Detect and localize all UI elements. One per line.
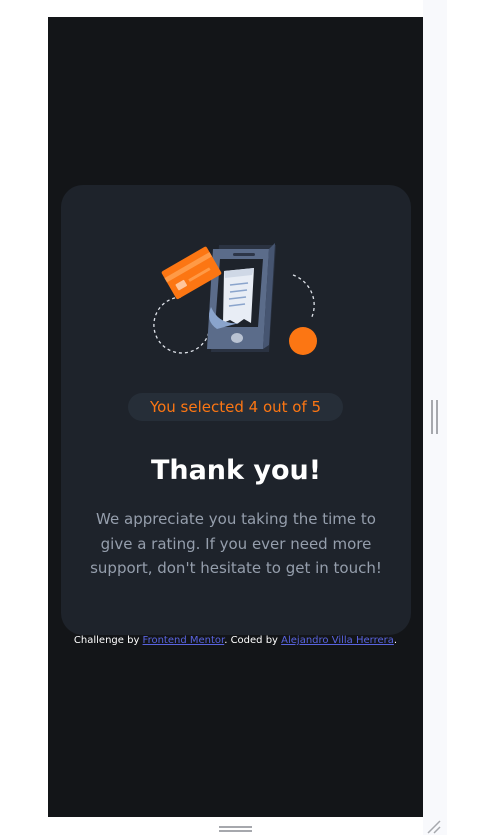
attribution: Challenge by Frontend Mentor. Coded by A…: [48, 635, 423, 646]
page-viewport: You selected 4 out of 5 Thank you! We ap…: [48, 17, 423, 817]
thank-you-description: We appreciate you taking the time to giv…: [90, 510, 382, 577]
attribution-middle: . Coded by: [224, 635, 282, 646]
frontend-mentor-link[interactable]: Frontend Mentor: [143, 635, 225, 646]
attribution-prefix: Challenge by: [73, 635, 143, 646]
horizontal-resize-handle[interactable]: [219, 826, 252, 832]
selection-result-text: You selected 4 out of 5: [149, 398, 322, 416]
author-link[interactable]: Alejandro Villa Herrera: [281, 635, 394, 646]
attribution-suffix: .: [393, 635, 398, 646]
resize-corner-icon[interactable]: [426, 820, 442, 834]
selection-result-badge: You selected 4 out of 5: [128, 393, 343, 421]
thank-you-card: You selected 4 out of 5 Thank you! We ap…: [61, 185, 411, 635]
vertical-resize-handle[interactable]: [431, 400, 439, 434]
thank-you-illustration-icon: [153, 243, 317, 355]
thank-you-title: Thank you!: [150, 455, 322, 486]
